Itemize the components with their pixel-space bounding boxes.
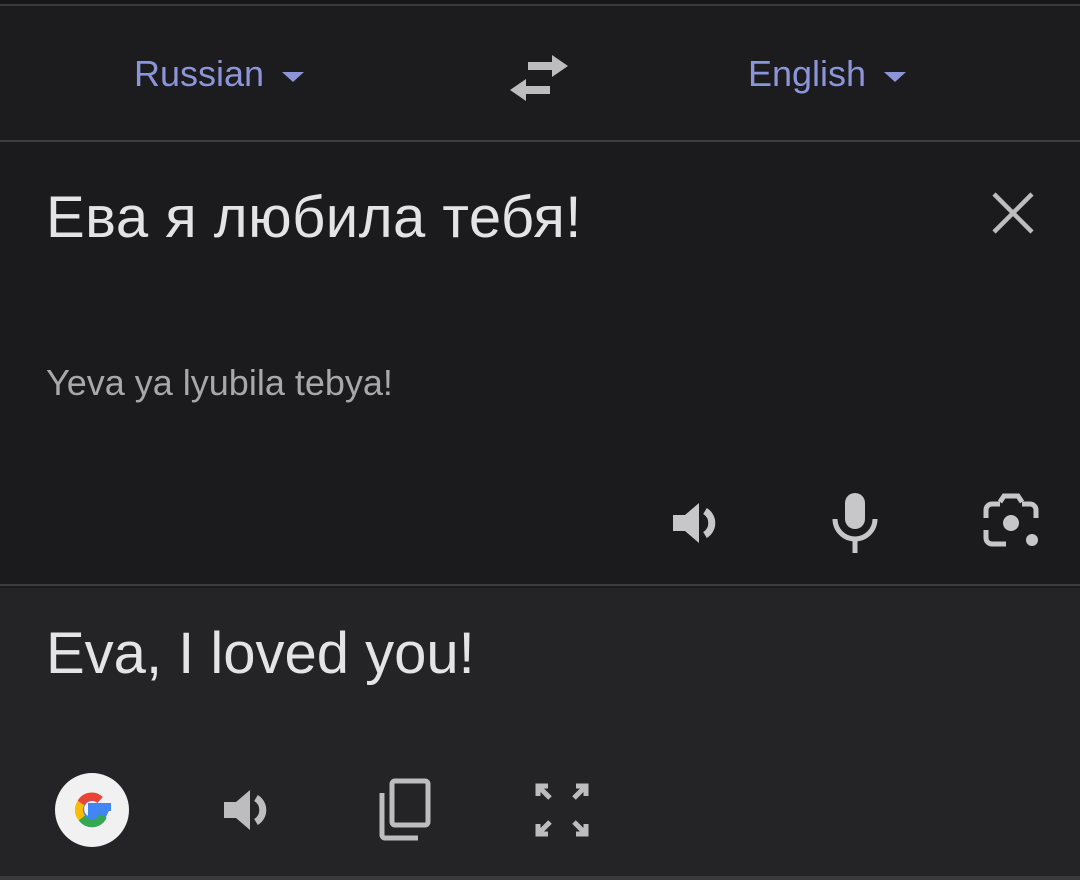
transliteration-text: Yeva ya lyubila tebya! bbox=[46, 362, 393, 403]
swap-languages-icon bbox=[510, 55, 568, 101]
close-icon bbox=[992, 192, 1034, 234]
microphone-icon bbox=[832, 493, 878, 553]
source-text-input[interactable]: Ева я любила тебя! bbox=[46, 184, 582, 251]
google-search-button[interactable] bbox=[54, 772, 130, 848]
google-logo-icon bbox=[55, 773, 129, 847]
translation-text: Eva, I loved you! bbox=[46, 621, 475, 686]
source-language-label: Russian bbox=[134, 53, 265, 94]
clear-input-button[interactable] bbox=[988, 188, 1038, 238]
translate-app: Russian English Ева я любила тебя! Yeva … bbox=[0, 0, 1080, 880]
speaker-icon bbox=[673, 503, 716, 543]
chevron-down-icon bbox=[282, 72, 305, 82]
chevron-down-icon bbox=[884, 72, 907, 82]
bottom-divider bbox=[0, 876, 1080, 880]
target-language-label: English bbox=[748, 53, 867, 94]
fullscreen-icon bbox=[535, 783, 589, 837]
language-bar: Russian English bbox=[0, 6, 1080, 142]
swap-languages-button[interactable] bbox=[508, 52, 570, 104]
listen-translation-button[interactable] bbox=[212, 772, 288, 848]
source-language-selector[interactable]: Russian bbox=[134, 53, 305, 94]
target-language-selector[interactable]: English bbox=[748, 53, 907, 94]
speaker-icon bbox=[224, 790, 267, 830]
camera-icon bbox=[983, 493, 1039, 547]
copy-translation-button[interactable] bbox=[366, 772, 442, 848]
source-panel: Ева я любила тебя! Yeva ya lyubila tebya… bbox=[0, 144, 1080, 586]
fullscreen-button[interactable] bbox=[524, 772, 600, 848]
translation-panel: Eva, I loved you! bbox=[0, 588, 1080, 880]
listen-source-button[interactable] bbox=[664, 488, 734, 558]
voice-input-button[interactable] bbox=[820, 488, 890, 558]
copy-icon bbox=[379, 778, 431, 841]
camera-input-button[interactable] bbox=[976, 488, 1046, 558]
